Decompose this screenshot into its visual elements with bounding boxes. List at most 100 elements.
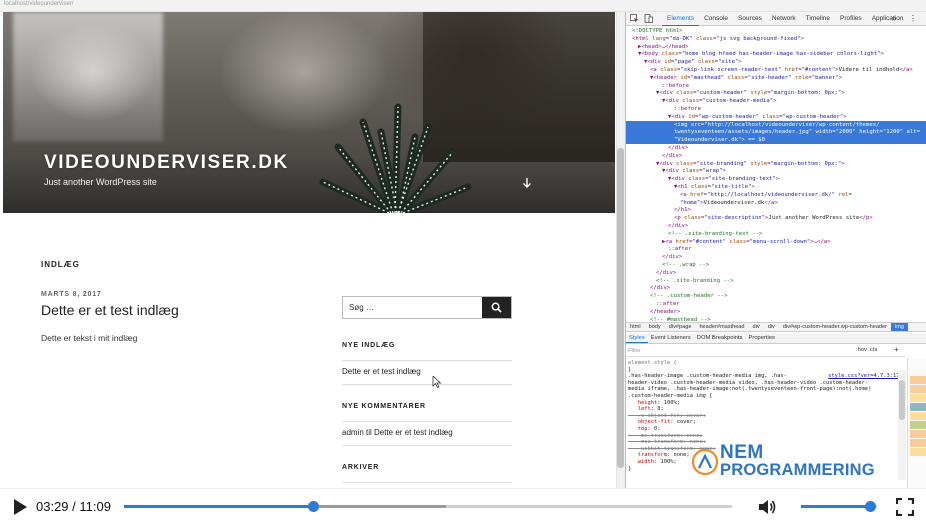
style-token: .has-header-image .custom-header-media i… [628,373,788,380]
style-rule-line[interactable]: left: 0; [628,406,906,413]
mouse-cursor-icon [432,376,442,388]
dom-token: </div> [668,223,689,229]
style-rule-line[interactable]: height: 100%; [628,400,906,407]
styles-pane-tabs: Styles Event Listeners DOM Breakpoints Prop… [626,333,926,344]
post-date[interactable]: MARTS 8, 2017 [41,291,102,298]
dom-token: "site-title" [711,184,752,190]
dom-token: = [848,191,852,198]
dom-token: "banner" [811,74,839,81]
styles-tab-dom-breakpoints[interactable]: DOM Breakpoints [694,333,746,343]
style-rule-line[interactable]: top: 0; [628,426,906,433]
style-token: transform [628,452,667,459]
site-title[interactable]: VIDEOUNDERVISER.DK [44,152,289,174]
styles-tab-event-listeners[interactable]: Event Listeners [648,333,694,343]
hov-cls-toggle[interactable]: :hov .cls [856,347,877,353]
dom-tree[interactable]: <!DOCTYPE html> <html lang = "da-DK" class =… [626,27,926,322]
video-progress-bar[interactable] [124,501,732,512]
breadcrumb-item[interactable]: body [645,323,665,331]
devtools-tab-application[interactable]: Application [867,12,909,26]
style-rule-line[interactable]: .custom-header-media img { [628,393,906,400]
dom-token: > [838,74,843,81]
dom-token: ▼<div [662,98,683,105]
devtools-tab-sources[interactable]: Sources [733,12,767,26]
style-rule-line[interactable]: } [628,367,906,374]
styles-tab-styles[interactable]: Styles [626,333,648,343]
style-rule-line[interactable]: -ms-transform: none; [628,433,906,440]
style-rule-line[interactable]: element.style { [628,360,906,367]
search-button[interactable] [482,297,511,318]
breadcrumb-item[interactable]: div [764,323,779,331]
style-rule-line[interactable]: .has-header-image .custom-header-media i… [628,373,906,380]
post-title[interactable]: Dette er et test indlæg [41,302,179,318]
styles-scrollbar-thumb[interactable] [899,380,905,420]
fullscreen-icon[interactable] [896,498,914,516]
dom-token: "da-DK" [669,35,693,42]
volume-icon[interactable] [757,497,777,517]
dom-token: "Videounderviser.dk" [674,137,742,144]
search-input[interactable] [343,297,483,318]
play-icon[interactable] [12,498,28,516]
search-form [342,296,512,319]
breadcrumb-item[interactable]: html [626,323,645,331]
dom-token: <a [650,67,661,73]
style-rule-line[interactable]: header-video .custom-header-media video,… [628,380,906,387]
dom-token: width [815,129,833,136]
dom-token: class [676,160,694,167]
style-token: height [628,399,658,406]
volume-slider[interactable] [801,501,877,512]
breadcrumb-item[interactable]: div#wp-custom-header.wp-custom-header [779,323,891,331]
devtools-panel: Elements Console Sources Network Timeline Pro… [625,12,926,488]
video-buffered [313,505,447,508]
video-progress-handle[interactable] [308,501,320,512]
dom-token: <!-- .custom-header --> [650,293,728,300]
devtools-tab-profiles[interactable]: Profiles [835,12,867,26]
dom-token: "2000" [835,129,856,136]
styles-filter-row: :hov .cls + [626,345,906,357]
dom-token: "margin-bottom: 0px;" [770,90,842,97]
devtools-tab-timeline[interactable]: Timeline [801,12,835,26]
breadcrumb-item[interactable]: div [749,323,764,331]
devtools-toolbar: Elements Console Sources Network Timeline Pro… [626,12,926,26]
dom-token: "js svg background-fixed" [716,35,801,42]
dom-token: class [676,90,694,97]
style-token: -ms-transform: none; [628,432,703,439]
website-viewport: VIDEOUNDERVISER.DK Just another WordPres… [0,12,619,488]
scroll-down-arrow-icon[interactable] [520,176,534,190]
recent-comment-link[interactable]: admin til Dette er et test indlæg [342,428,453,437]
breadcrumb-item[interactable]: header#masthead [695,323,748,331]
breadcrumb-item[interactable]: img [891,323,909,331]
devtools-tab-network[interactable]: Network [767,12,801,26]
devtools-tab-elements[interactable]: Elements [662,12,700,26]
styles-filter-input[interactable] [628,346,828,355]
more-tabs-button[interactable]: » [892,12,896,26]
dom-token: "margin-bottom: 0px;" [770,160,842,167]
dom-token: ▼<div [662,168,683,175]
volume-handle[interactable] [865,501,877,512]
style-token: header-video .custom-header-media video,… [628,379,869,386]
devtools-menu-button[interactable]: ⋮ [909,12,917,26]
devtools-tab-console[interactable]: Console [699,12,733,26]
dom-token: alt [906,129,917,136]
styles-tab-properties[interactable]: Properties [746,333,778,343]
dom-token: ▼<div [644,59,665,66]
inspect-element-icon[interactable] [630,14,639,23]
dom-token: "http://localhost/videounderviser.dk/" [706,191,835,198]
recent-post-link[interactable]: Dette er et test indlæg [342,367,421,376]
dom-token: "site-branding" [696,160,747,167]
dom-token: <!-- .site-branding-text --> [668,230,763,237]
dom-token: id [664,59,671,66]
dom-token: Just another WordPress site [768,215,860,222]
style-rule-line[interactable]: object-fit: cover; [628,419,906,426]
add-style-rule-button[interactable]: + [894,345,899,354]
style-rule-line[interactable]: -o-object-fit: cover; [628,413,906,420]
breadcrumb-item[interactable]: div#page [665,323,696,331]
dom-token: > == $0 [741,137,765,144]
recent-comments-heading: NYE KOMMENTARER [342,403,426,410]
style-rule-line[interactable]: media iframe, .has-header-image:not(.twe… [628,386,906,393]
styles-scrollbar[interactable] [898,370,906,480]
device-mode-icon[interactable] [644,14,653,23]
box-model-border [910,412,926,420]
dom-token: "#content" [801,67,836,73]
page-scrollbar-thumb[interactable] [617,148,624,468]
stylesheet-source-link[interactable]: style.css?ver=4.7.3:1731 [828,373,906,380]
